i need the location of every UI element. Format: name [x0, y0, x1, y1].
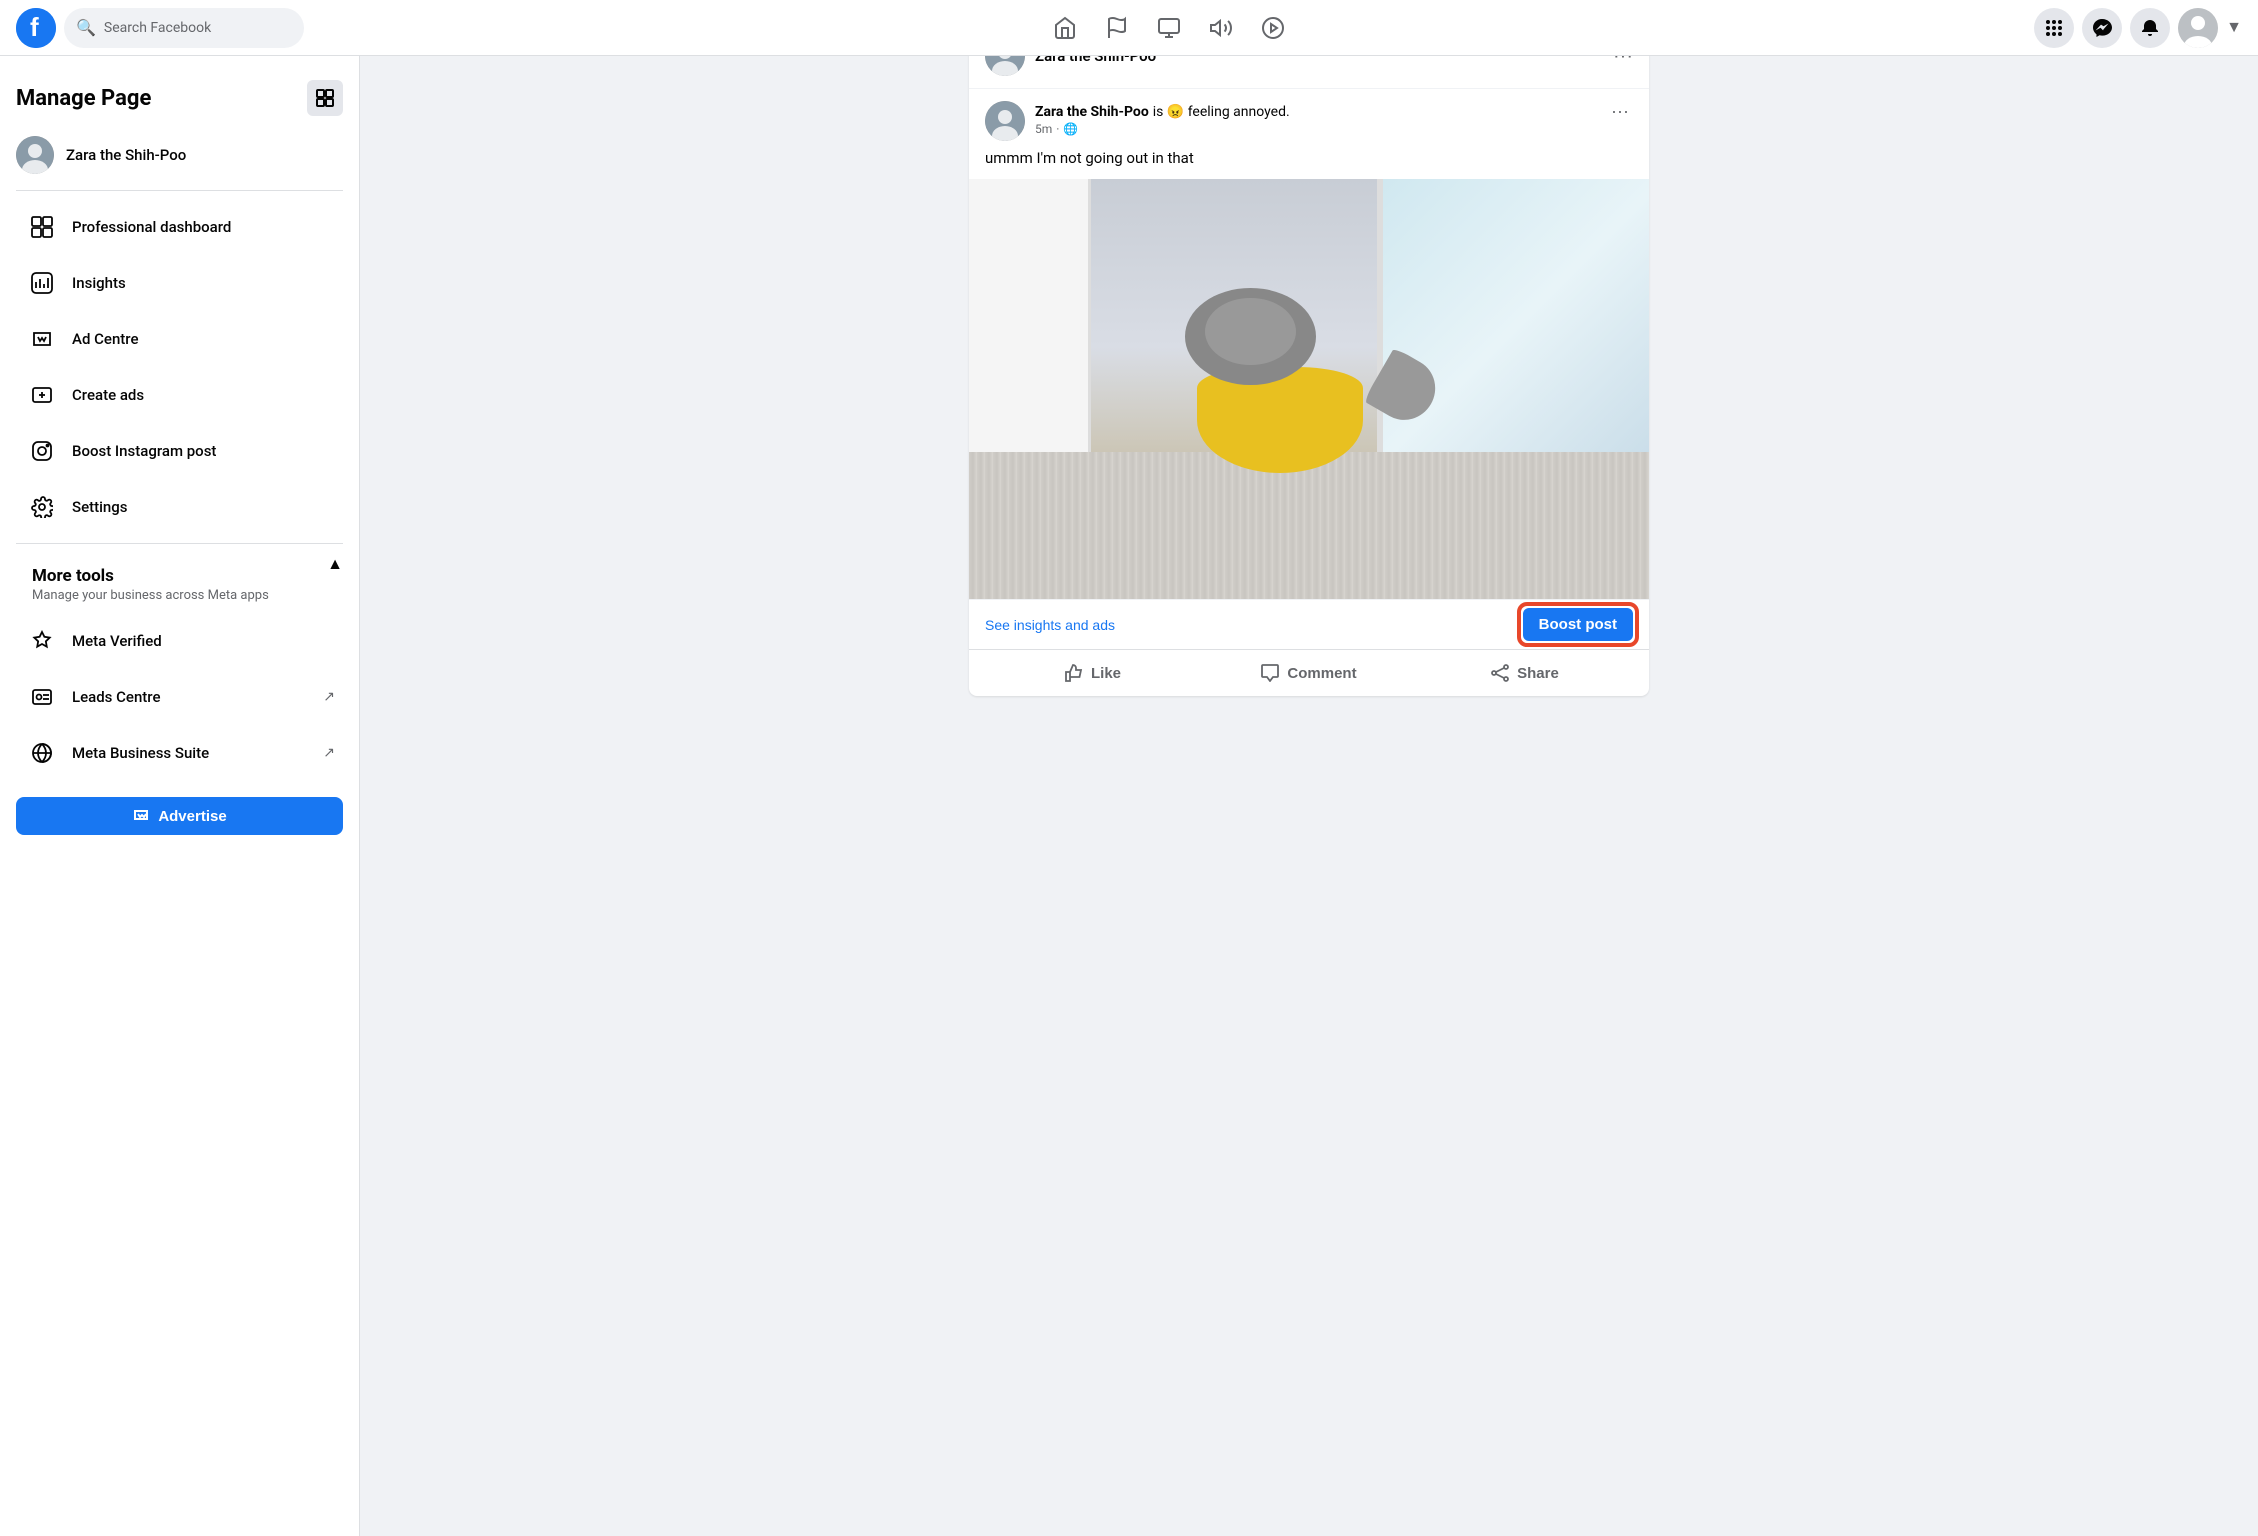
sidebar-item-label: Leads Centre: [72, 688, 311, 706]
ad-icon: [24, 321, 60, 357]
page-name: Zara the Shih-Poo: [66, 146, 186, 164]
page-avatar: [16, 136, 54, 174]
sidebar-title: Manage Page: [16, 86, 151, 111]
post-text: ummm I'm not going out in that: [969, 149, 1649, 179]
post-separator: ·: [1056, 122, 1059, 136]
sidebar-item-meta-verified[interactable]: Meta Verified: [8, 613, 351, 669]
see-insights-button[interactable]: See insights and ads: [985, 617, 1115, 633]
svg-text:f: f: [30, 12, 39, 42]
main-content: Zara the Shih-Poo ··· Zara the Shih-Poo: [360, 0, 2258, 736]
settings-icon: [24, 489, 60, 525]
sidebar-header: Manage Page: [0, 72, 359, 128]
instagram-icon: [24, 433, 60, 469]
chart-nav-button[interactable]: [1145, 4, 1193, 52]
boost-post-wrapper: Boost post: [1523, 608, 1633, 641]
verified-icon: [24, 623, 60, 659]
sidebar-item-label: Boost Instagram post: [72, 442, 335, 460]
top-navigation: f 🔍 Search Facebook: [0, 0, 2258, 56]
sidebar-item-meta-business-suite[interactable]: Meta Business Suite ↗: [8, 725, 351, 781]
sidebar-item-label: Meta Business Suite: [72, 744, 311, 762]
post-author-name: Zara the Shih-Poo: [1035, 104, 1149, 120]
boost-post-button[interactable]: Boost post: [1523, 608, 1633, 641]
like-button[interactable]: Like: [985, 654, 1201, 692]
facebook-logo[interactable]: f: [16, 8, 56, 48]
grid-menu-button[interactable]: [2034, 8, 2074, 48]
dog-figure: [1173, 297, 1411, 473]
more-tools-header: More tools Manage your business across M…: [16, 556, 327, 605]
like-label: Like: [1091, 665, 1121, 682]
post-author-line: Zara the Shih-Poo is 😠 feeling annoyed.: [1035, 101, 1597, 120]
more-tools-title: More tools: [32, 566, 311, 586]
nav-left: f 🔍 Search Facebook: [16, 8, 304, 48]
post-social-bar: Like Comment Share: [969, 649, 1649, 696]
post-card: Zara the Shih-Poo ··· Zara the Shih-Poo: [969, 24, 1649, 696]
external-link-icon: ↗: [323, 745, 335, 761]
sidebar-item-label: Settings: [72, 498, 335, 516]
notifications-button[interactable]: [2130, 8, 2170, 48]
comment-label: Comment: [1287, 665, 1356, 682]
flag-nav-button[interactable]: [1093, 4, 1141, 52]
user-avatar[interactable]: [2178, 8, 2218, 48]
account-dropdown-button[interactable]: ▼: [2226, 19, 2242, 37]
sidebar-divider-2: [16, 543, 343, 544]
search-placeholder: Search Facebook: [104, 20, 211, 36]
post-author-row: Zara the Shih-Poo is 😠 feeling annoyed. …: [969, 89, 1649, 149]
leads-icon: [24, 679, 60, 715]
sidebar-item-professional-dashboard[interactable]: Professional dashboard: [8, 199, 351, 255]
advertise-button[interactable]: Advertise: [16, 797, 343, 835]
post-actions-bar: See insights and ads Boost post: [969, 599, 1649, 649]
rug: [969, 452, 1649, 599]
nav-right: ▼: [2034, 8, 2242, 48]
sidebar-item-label: Create ads: [72, 386, 335, 404]
share-label: Share: [1517, 665, 1559, 682]
post-meta: 5m · 🌐: [1035, 122, 1597, 136]
create-ads-icon: [24, 377, 60, 413]
search-icon: 🔍: [76, 18, 96, 37]
post-author-avatar: [985, 101, 1025, 141]
megaphone-nav-button[interactable]: [1197, 4, 1245, 52]
page-selector[interactable]: Zara the Shih-Poo: [0, 128, 359, 182]
sidebar-item-label: Meta Verified: [72, 632, 335, 650]
more-tools-subtitle: Manage your business across Meta apps: [32, 588, 311, 603]
sidebar-item-boost-instagram[interactable]: Boost Instagram post: [8, 423, 351, 479]
post-image: [969, 179, 1649, 599]
sidebar-item-leads-centre[interactable]: Leads Centre ↗: [8, 669, 351, 725]
sidebar-item-label: Professional dashboard: [72, 218, 335, 236]
sidebar-divider: [16, 190, 343, 191]
comment-button[interactable]: Comment: [1201, 654, 1417, 692]
sidebar-item-label: Insights: [72, 274, 335, 292]
messenger-button[interactable]: [2082, 8, 2122, 48]
dog-scene: [969, 179, 1649, 599]
advertise-label: Advertise: [158, 808, 226, 825]
home-nav-button[interactable]: [1041, 4, 1089, 52]
post-feeling: is 😠 feeling annoyed.: [1153, 104, 1290, 120]
post-inner: Zara the Shih-Poo is 😠 feeling annoyed. …: [969, 89, 1649, 599]
sidebar-item-create-ads[interactable]: Create ads: [8, 367, 351, 423]
post-audience: 🌐: [1063, 122, 1078, 136]
post-more-button[interactable]: ···: [1607, 101, 1633, 122]
sidebar-icon-button[interactable]: [307, 80, 343, 116]
sidebar: Manage Page Zara the Shih-Poo: [0, 56, 360, 1536]
play-nav-button[interactable]: [1249, 4, 1297, 52]
dashboard-icon: [24, 209, 60, 245]
window-area: [1377, 179, 1649, 473]
post-time: 5m: [1035, 122, 1052, 136]
sidebar-item-ad-centre[interactable]: Ad Centre: [8, 311, 351, 367]
sidebar-item-settings[interactable]: Settings: [8, 479, 351, 535]
post-author-info: Zara the Shih-Poo is 😠 feeling annoyed. …: [1035, 101, 1597, 136]
share-button[interactable]: Share: [1417, 654, 1633, 692]
search-box[interactable]: 🔍 Search Facebook: [64, 8, 304, 48]
more-tools-toggle-button[interactable]: ▲: [327, 556, 343, 574]
nav-center: [312, 4, 2026, 52]
external-link-icon: ↗: [323, 689, 335, 705]
sidebar-item-insights[interactable]: Insights: [8, 255, 351, 311]
insights-icon: [24, 265, 60, 301]
sidebar-item-label: Ad Centre: [72, 330, 335, 348]
business-icon: [24, 735, 60, 771]
more-tools-header-row: More tools Manage your business across M…: [0, 552, 359, 613]
